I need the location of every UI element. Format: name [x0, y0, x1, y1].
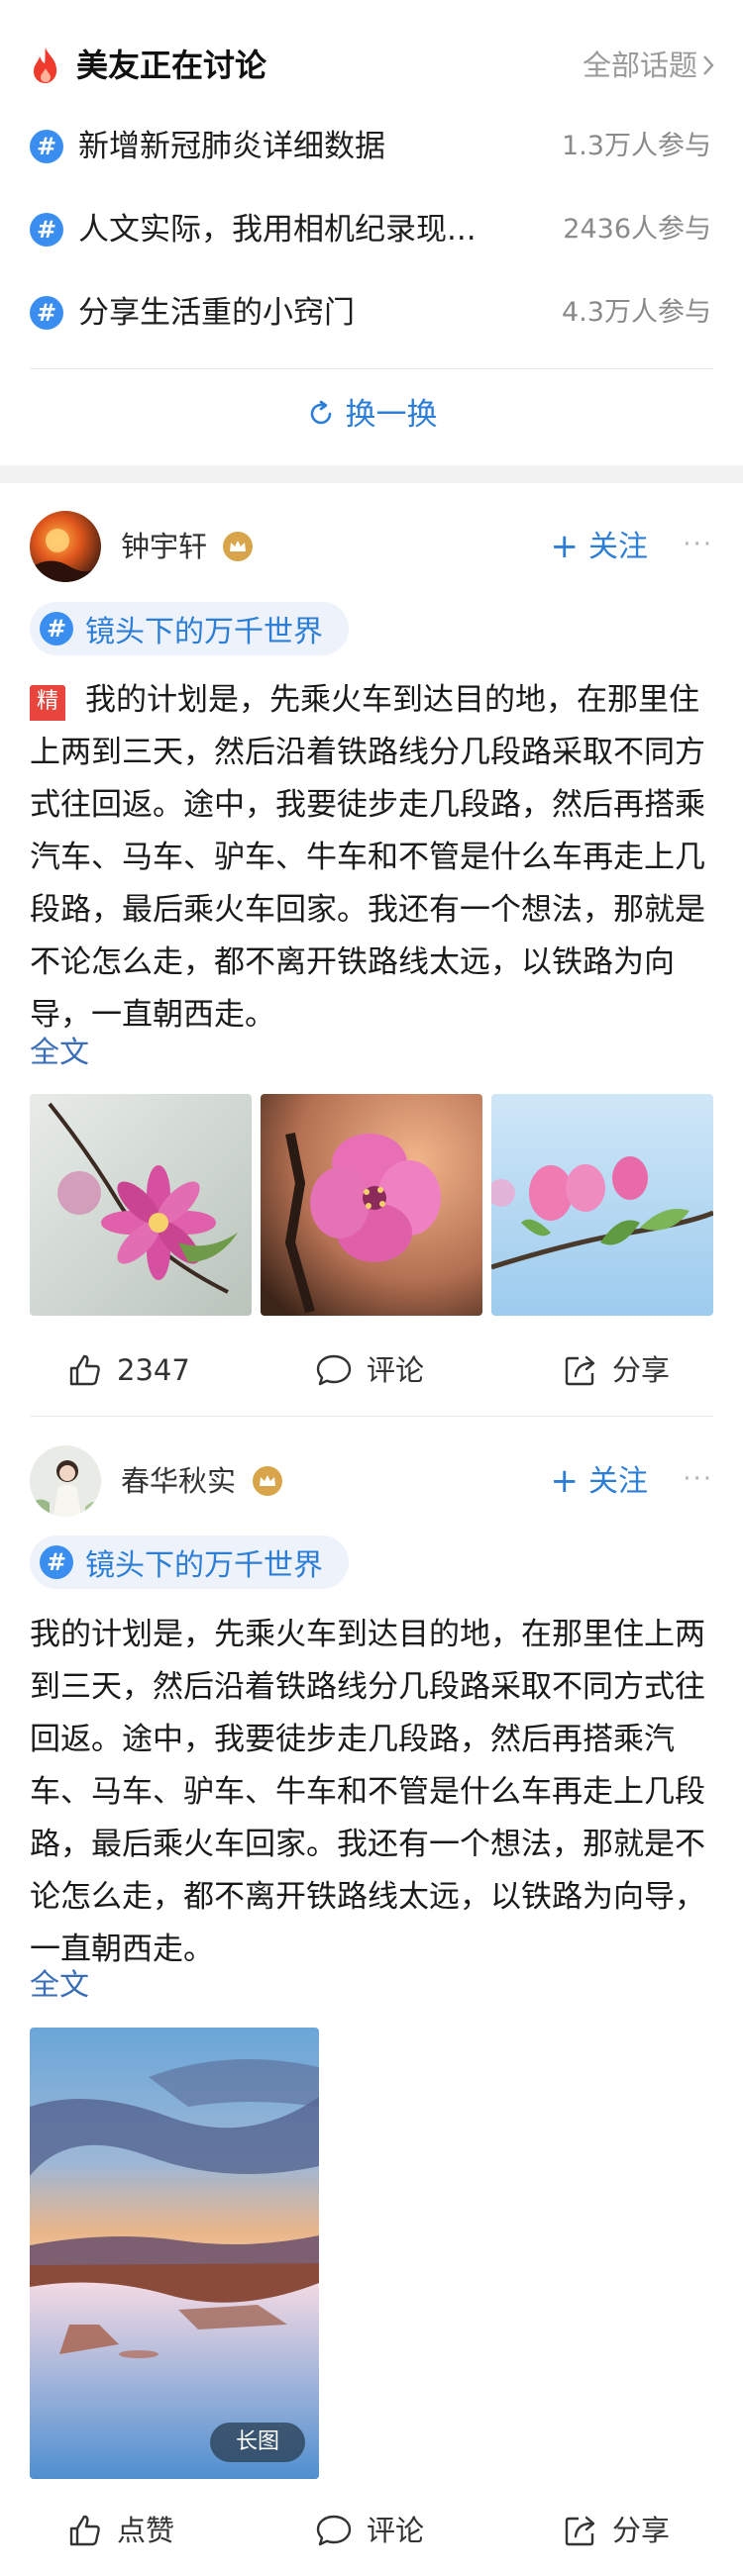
share-label: 分享	[612, 2514, 671, 2547]
divider	[30, 368, 713, 369]
divider	[30, 1416, 713, 1417]
comment-icon	[316, 1354, 352, 1386]
post-body: 我的计划是，先乘火车到达目的地，在那里住上两到三天，然后沿着铁路线分几段路采取不…	[30, 1617, 705, 1967]
hashtag-icon: #	[30, 213, 63, 247]
topic-tag[interactable]: # 镜头下的万千世界	[30, 602, 349, 655]
hashtag-icon: #	[40, 1545, 73, 1579]
topic-item[interactable]: # 人文实际，我用相机纪录现... 2436人参与	[0, 208, 743, 267]
post-image[interactable]	[491, 1094, 713, 1316]
crown-icon	[253, 1466, 282, 1496]
thumbs-up-icon	[69, 2515, 100, 2546]
follow-button[interactable]: + 关注	[551, 527, 649, 567]
follow-label: 关注	[588, 530, 648, 564]
username[interactable]: 钟宇轩	[121, 527, 207, 566]
long-image-badge: 长图	[210, 2423, 305, 2462]
topic-participants: 2436人参与	[563, 214, 711, 245]
hashtag-icon: #	[30, 296, 63, 330]
avatar[interactable]	[30, 1445, 101, 1517]
refresh-icon	[310, 400, 331, 425]
like-label: 点赞	[117, 2514, 175, 2547]
topic-label: 人文实际，我用相机纪录现...	[78, 212, 477, 248]
section-separator	[0, 465, 743, 483]
crown-icon	[223, 532, 253, 561]
topic-label: 分享生活重的小窍门	[78, 295, 355, 331]
share-label: 分享	[612, 1353, 671, 1387]
discussion-topics-panel: 美友正在讨论 全部话题 # 新增新冠肺炎详细数据 1.3万人参与 # 人文实际，…	[0, 0, 743, 465]
full-text-link[interactable]: 全文	[30, 1034, 89, 1073]
post-image[interactable]	[30, 2028, 319, 2479]
username[interactable]: 春华秋实	[121, 1461, 236, 1501]
topic-item[interactable]: # 新增新冠肺炎详细数据 1.3万人参与	[0, 125, 743, 184]
thumbs-up-icon	[69, 1354, 100, 1386]
follow-label: 关注	[588, 1464, 648, 1499]
comment-button[interactable]: 评论	[315, 1350, 424, 1390]
topics-title: 美友正在讨论	[76, 47, 267, 84]
topic-tag-label: 镜头下的万千世界	[85, 615, 323, 649]
topic-item[interactable]: # 分享生活重的小窍门 4.3万人参与	[0, 291, 743, 350]
comment-label: 评论	[367, 2514, 425, 2547]
share-button[interactable]: 分享	[563, 2511, 670, 2550]
more-options-icon[interactable]: ···	[683, 1459, 713, 1499]
post-text: 我的计划是，先乘火车到达目的地，在那里住上两到三天，然后沿着铁路线分几段路采取不…	[30, 682, 705, 1033]
post-body: 精我的计划是，先乘火车到达目的地，在那里住上两到三天，然后沿着铁路线分几段路采取…	[30, 674, 715, 1041]
comment-button[interactable]: 评论	[315, 2511, 424, 2550]
topic-tag[interactable]: # 镜头下的万千世界	[30, 1536, 349, 1589]
hashtag-icon: #	[30, 130, 63, 163]
share-button[interactable]: 分享	[563, 1350, 670, 1390]
chevron-right-icon	[703, 55, 714, 75]
post-image[interactable]	[30, 1094, 252, 1316]
topic-label: 新增新冠肺炎详细数据	[78, 129, 385, 164]
plus-icon: +	[550, 527, 580, 566]
flame-icon	[34, 48, 57, 83]
follow-button[interactable]: + 关注	[551, 1461, 649, 1502]
topic-participants: 4.3万人参与	[562, 297, 711, 328]
plus-icon: +	[550, 1461, 580, 1501]
all-topics-label: 全部话题	[582, 49, 697, 82]
like-button[interactable]: 2347	[67, 1350, 190, 1390]
all-topics-link[interactable]: 全部话题	[583, 46, 715, 85]
full-text-link[interactable]: 全文	[30, 1966, 89, 2006]
comment-icon	[316, 2515, 352, 2546]
more-options-icon[interactable]: ···	[683, 525, 713, 564]
share-icon	[565, 2516, 595, 2546]
comment-label: 评论	[367, 1353, 425, 1387]
hashtag-icon: #	[40, 612, 73, 645]
avatar[interactable]	[30, 511, 101, 582]
refresh-label: 换一换	[345, 397, 438, 433]
share-icon	[565, 1355, 595, 1386]
like-button[interactable]: 点赞	[67, 2511, 174, 2550]
featured-badge: 精	[30, 685, 65, 721]
topic-participants: 1.3万人参与	[562, 131, 711, 161]
post-image[interactable]	[261, 1094, 482, 1316]
like-count: 2347	[117, 1353, 190, 1387]
topic-tag-label: 镜头下的万千世界	[85, 1548, 323, 1583]
refresh-topics-button[interactable]: 换一换	[0, 393, 743, 437]
